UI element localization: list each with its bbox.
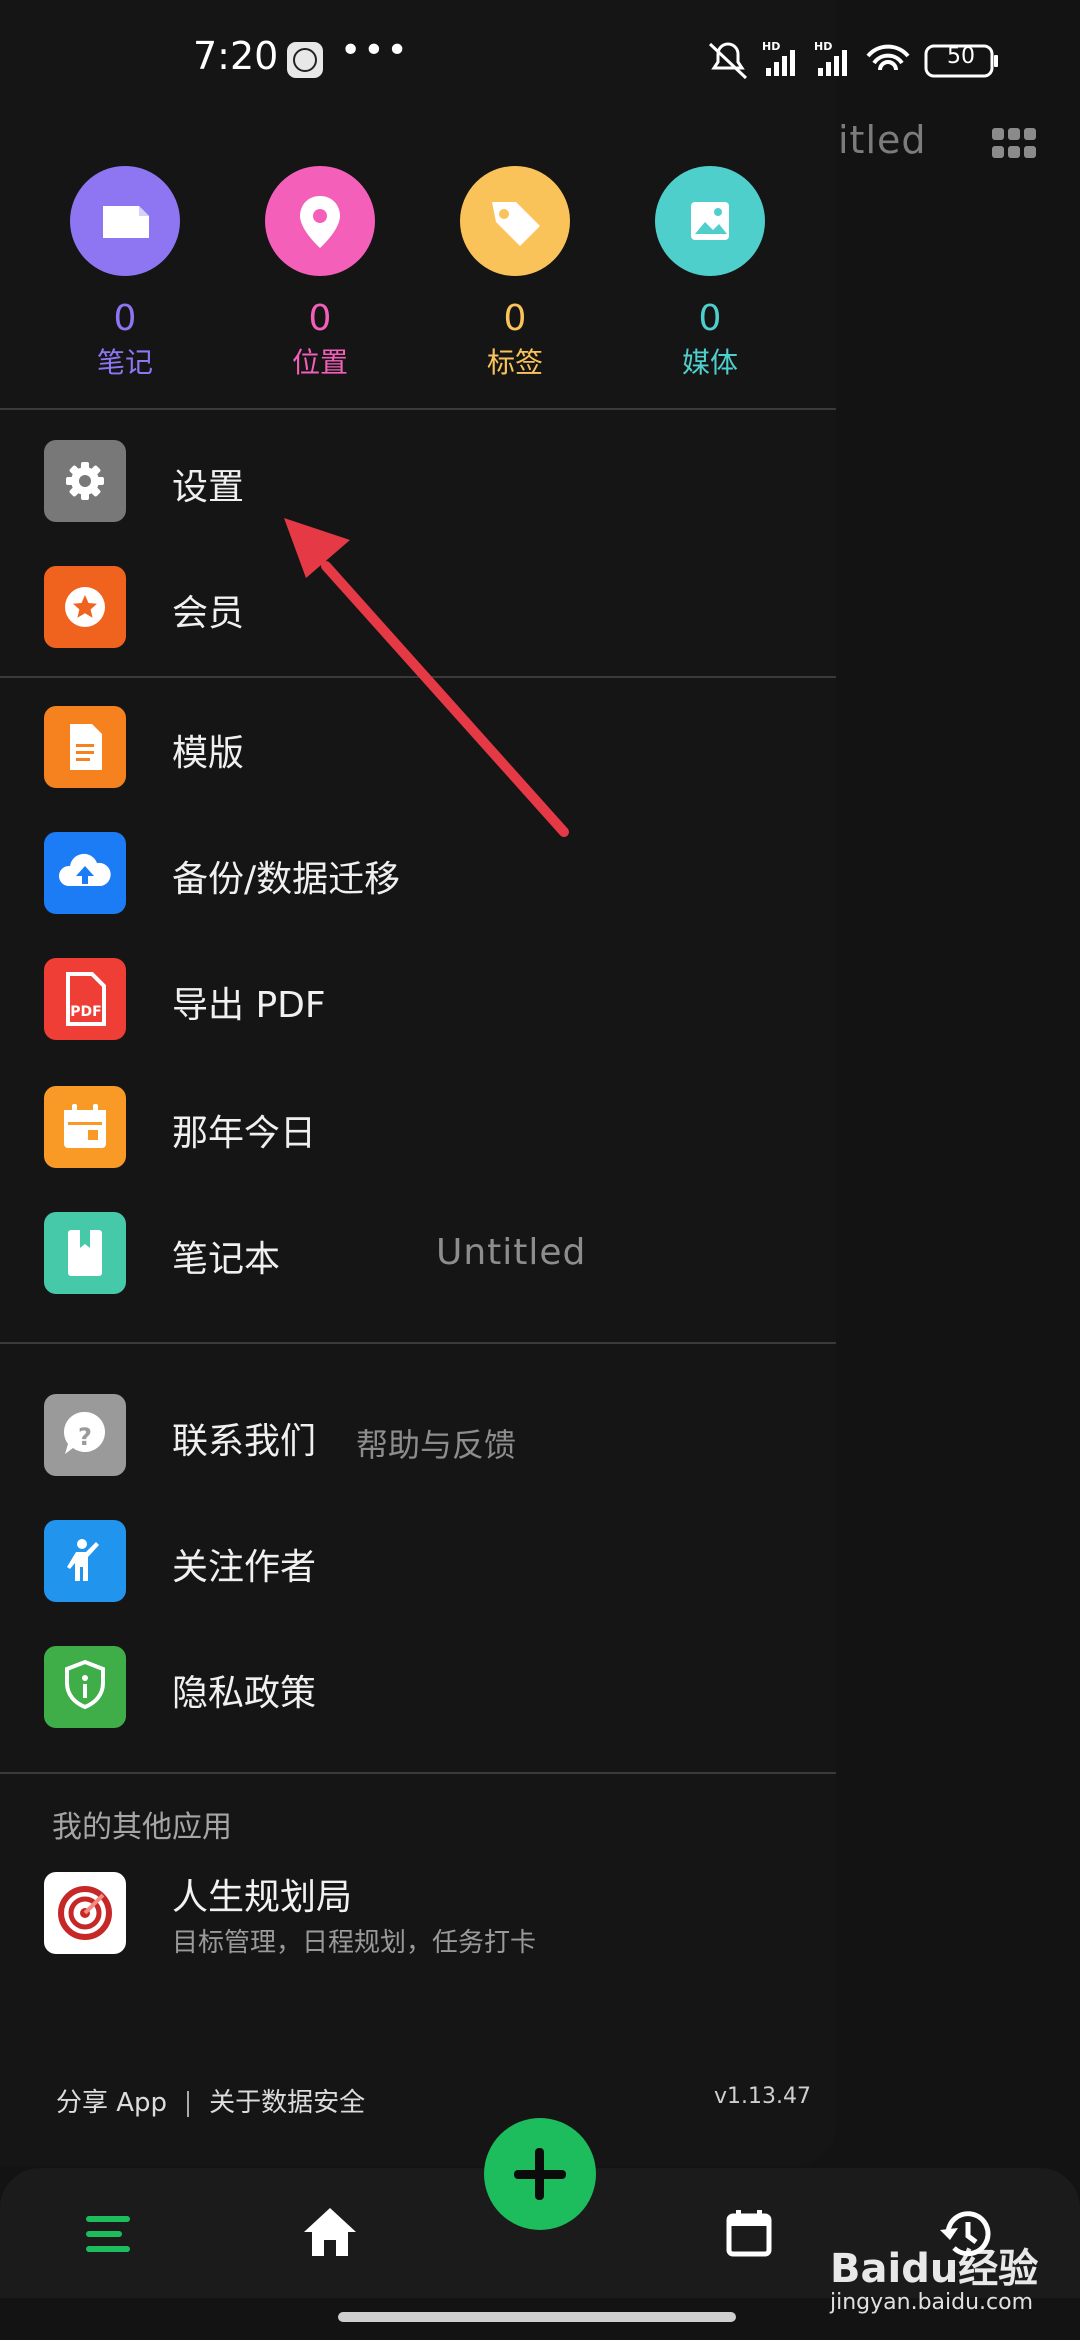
stat-locations-label: 位置 <box>291 346 348 379</box>
stat-tags[interactable]: 0 标签 <box>435 160 595 381</box>
share-app-link[interactable]: 分享 App <box>56 2088 167 2118</box>
menu-item-backup[interactable]: 备份/数据迁移 <box>44 832 824 916</box>
divider <box>0 408 836 410</box>
menu-item-export-pdf[interactable]: PDF 导出 PDF <box>44 958 824 1042</box>
menu-item-notebook[interactable]: 笔记本 Untitled <box>44 1212 824 1296</box>
member-label: 会员 <box>172 593 245 634</box>
contact-label: 联系我们 <box>172 1421 317 1462</box>
location-pin-icon <box>265 166 375 276</box>
footer-separator <box>187 2090 190 2117</box>
help-icon: ? <box>44 1394 126 1476</box>
notebook-title-behind-drawer: itled <box>838 118 927 162</box>
svg-text:PDF: PDF <box>70 1004 101 1020</box>
privacy-label: 隐私政策 <box>172 1673 317 1714</box>
person-icon <box>44 1520 126 1602</box>
more-notifications-icon: ••• <box>340 30 410 71</box>
other-app-item[interactable]: 人生规划局 目标管理，日程规划，任务打卡 <box>44 1872 804 1958</box>
signal-icon-1: HD <box>762 40 795 76</box>
menu-item-settings[interactable]: 设置 <box>44 440 824 524</box>
follow-author-label: 关注作者 <box>172 1547 317 1588</box>
menu-item-follow-author[interactable]: 关注作者 <box>44 1520 824 1604</box>
menu-item-privacy[interactable]: 隐私政策 <box>44 1646 824 1730</box>
grid-view-icon[interactable] <box>992 128 1036 162</box>
stat-locations[interactable]: 0 位置 <box>240 160 400 381</box>
menu-item-on-this-day[interactable]: 那年今日 <box>44 1086 824 1170</box>
divider <box>0 676 836 678</box>
target-app-icon <box>44 1872 126 1954</box>
other-app-name: 人生规划局 <box>172 1877 353 1918</box>
note-icon <box>70 166 180 276</box>
shield-info-icon <box>44 1646 126 1728</box>
member-star-icon <box>44 566 126 648</box>
menu-icon[interactable] <box>86 2214 134 2258</box>
add-note-button[interactable] <box>484 2118 596 2230</box>
tag-icon <box>460 166 570 276</box>
other-app-description: 目标管理，日程规划，任务打卡 <box>172 1928 537 1958</box>
image-icon <box>655 166 765 276</box>
stat-media-label: 媒体 <box>681 346 738 379</box>
menu-item-template[interactable]: 模版 <box>44 706 824 790</box>
data-security-link[interactable]: 关于数据安全 <box>209 2088 365 2118</box>
stats-row: 0 笔记 0 位置 0 标签 0 媒体 <box>0 160 836 400</box>
stat-tags-count: 0 <box>503 298 527 339</box>
template-label: 模版 <box>172 733 245 774</box>
baidu-watermark-url: jingyan.baidu.com <box>830 2290 1034 2315</box>
document-icon <box>44 706 126 788</box>
home-icon[interactable] <box>302 2206 358 2262</box>
mute-icon <box>708 42 748 80</box>
drawer-footer: 分享 App 关于数据安全 <box>56 2082 365 2119</box>
svg-text:HD: HD <box>762 40 780 53</box>
stat-tags-label: 标签 <box>486 346 543 379</box>
on-this-day-label: 那年今日 <box>172 1113 317 1154</box>
home-indicator[interactable] <box>338 2312 736 2322</box>
stat-notes-count: 0 <box>113 298 137 339</box>
svg-text:HD: HD <box>814 40 832 53</box>
menu-item-member[interactable]: 会员 <box>44 566 824 650</box>
battery-level: 50 <box>947 44 975 69</box>
backup-label: 备份/数据迁移 <box>172 859 401 900</box>
stat-media[interactable]: 0 媒体 <box>630 160 790 381</box>
export-pdf-label: 导出 PDF <box>172 985 326 1026</box>
calendar-icon[interactable] <box>726 2208 772 2262</box>
pdf-icon: PDF <box>44 958 126 1040</box>
status-icons: HD HD 50 <box>706 38 1026 82</box>
cloud-upload-icon <box>44 832 126 914</box>
stat-media-count: 0 <box>698 298 722 339</box>
wifi-icon <box>866 44 910 71</box>
stat-notes-label: 笔记 <box>96 346 153 379</box>
divider <box>0 1342 836 1344</box>
app-version: v1.13.47 <box>714 2084 811 2109</box>
notebook-icon <box>44 1212 126 1294</box>
status-bar: 7:20 ••• HD HD 50 <box>0 0 1080 120</box>
navigation-drawer: 0 笔记 0 位置 0 标签 0 媒体 设置 会员 模版 备份/数据迁移 PDF… <box>0 0 836 2166</box>
settings-label: 设置 <box>172 467 245 508</box>
baidu-watermark: Baidu经验 <box>830 2246 1039 2292</box>
clock-app-icon <box>287 42 323 78</box>
gear-icon <box>44 440 126 522</box>
contact-sub-label: 帮助与反馈 <box>356 1426 517 1464</box>
calendar-icon <box>44 1086 126 1168</box>
other-apps-heading: 我的其他应用 <box>52 1810 232 1845</box>
menu-item-contact[interactable]: ? 联系我们 帮助与反馈 <box>44 1394 824 1478</box>
divider <box>0 1772 836 1774</box>
notebook-current-value: Untitled <box>436 1232 587 1273</box>
notebook-label: 笔记本 <box>172 1239 281 1280</box>
svg-text:?: ? <box>78 1423 92 1451</box>
stat-notes[interactable]: 0 笔记 <box>45 160 205 381</box>
signal-icon-2: HD <box>814 40 847 76</box>
stat-locations-count: 0 <box>308 298 332 339</box>
status-time: 7:20 <box>193 34 279 78</box>
